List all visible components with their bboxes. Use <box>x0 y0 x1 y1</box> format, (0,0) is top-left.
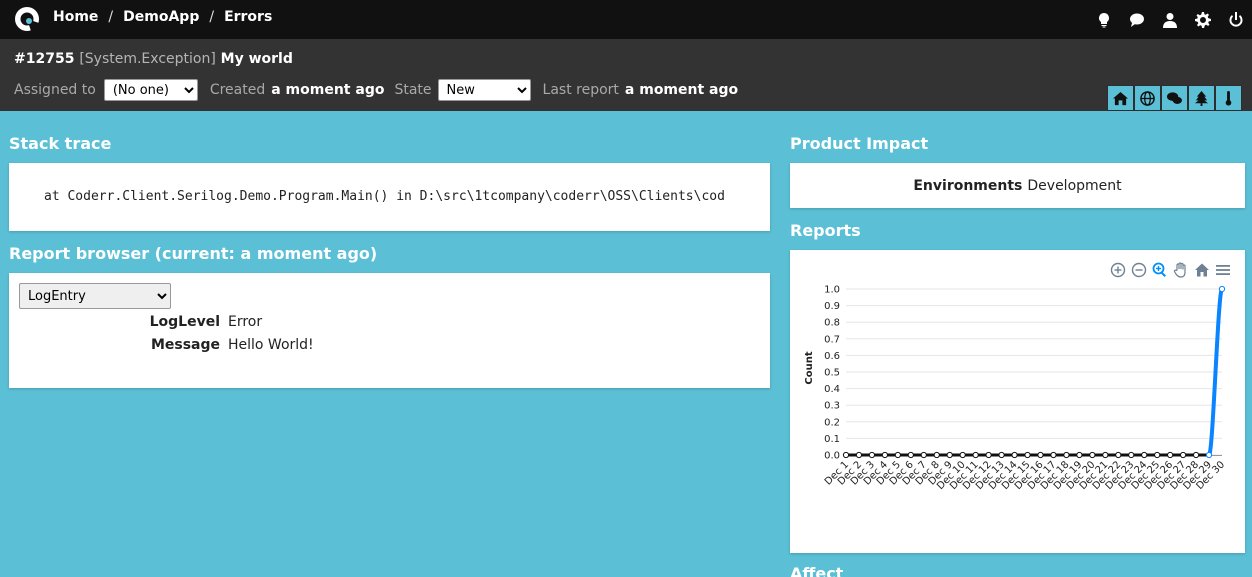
data-point <box>946 451 953 459</box>
data-point <box>1192 451 1200 459</box>
state-label: State <box>394 82 432 98</box>
tab-globe[interactable] <box>1134 85 1161 111</box>
data-point <box>868 451 876 459</box>
top-navbar: Home / DemoApp / Errors <box>0 0 1252 39</box>
coderr-logo-icon[interactable] <box>14 6 40 32</box>
data-point <box>985 451 992 459</box>
breadcrumb-demoapp[interactable]: DemoApp <box>123 9 199 25</box>
data-point <box>1115 451 1122 459</box>
last-report-label: Last report <box>542 82 619 98</box>
breadcrumb-separator: / <box>209 9 215 25</box>
breadcrumb-errors[interactable]: Errors <box>224 9 272 25</box>
created-label: Created <box>209 82 266 98</box>
data-point <box>907 451 914 459</box>
breadcrumb-home[interactable]: Home <box>53 9 98 25</box>
tab-home[interactable] <box>1107 85 1134 111</box>
report-browser-panel: LogEntry LogLevel Error Message Hello Wo… <box>9 273 770 388</box>
data-point <box>1011 451 1018 459</box>
tree-icon <box>1194 90 1209 106</box>
data-point <box>1037 451 1044 459</box>
user-icon[interactable] <box>1153 0 1186 39</box>
data-point <box>1141 451 1148 459</box>
y-tick-label: 0.9 <box>824 301 840 312</box>
data-point <box>1050 451 1057 459</box>
data-point <box>959 451 966 459</box>
created-value: a moment ago <box>271 82 385 98</box>
report-browser-title: Report browser (current: a moment ago) <box>9 244 378 263</box>
data-point <box>1076 451 1083 459</box>
data-point <box>1180 451 1187 459</box>
gear-icon[interactable] <box>1186 0 1219 39</box>
data-point <box>920 451 927 459</box>
field-key: LogLevel <box>149 314 220 330</box>
reports-line-chart: Count 0.00.10.20.30.40.50.60.70.80.91.0D… <box>804 285 1227 493</box>
y-tick-label: 0.8 <box>824 318 840 329</box>
data-point <box>855 451 863 459</box>
y-tick-label: 0.2 <box>824 417 840 428</box>
assigned-label: Assigned to <box>14 82 96 98</box>
stack-trace-panel: at Coderr.Client.Serilog.Demo.Program.Ma… <box>9 163 770 231</box>
data-point <box>998 451 1005 459</box>
environments-value: Development <box>1027 177 1122 194</box>
data-point <box>842 451 850 459</box>
data-point <box>933 451 940 459</box>
globe-icon <box>1140 90 1155 106</box>
incident-meta: Assigned to (No one) Created a moment ag… <box>14 79 748 101</box>
state-select[interactable]: New <box>437 79 531 101</box>
incident-id: #12755 <box>14 51 75 67</box>
tab-thermometer[interactable] <box>1215 85 1242 111</box>
data-point <box>1128 451 1135 459</box>
data-point <box>1102 451 1109 459</box>
data-point <box>1089 451 1096 459</box>
y-tick-label: 0.1 <box>824 434 840 445</box>
y-axis-label: Count <box>804 351 815 384</box>
incident-tabs <box>1107 85 1242 111</box>
report-context-select[interactable]: LogEntry <box>19 283 171 309</box>
y-tick-label: 0.0 <box>824 451 840 462</box>
data-point <box>894 451 901 459</box>
data-point <box>1205 451 1213 459</box>
environments-label: Environments <box>913 177 1023 194</box>
home-icon <box>1113 91 1128 105</box>
data-point <box>1063 451 1070 459</box>
y-tick-label: 0.4 <box>824 384 840 395</box>
affect-title: Affect <box>790 564 844 577</box>
field-value: Hello World! <box>228 337 314 353</box>
thermometer-icon <box>1225 90 1232 106</box>
y-tick-label: 0.7 <box>824 334 840 345</box>
y-tick-label: 0.6 <box>824 351 840 362</box>
y-tick-label: 0.3 <box>824 401 840 412</box>
top-icon-bar <box>1087 0 1252 39</box>
breadcrumb: Home / DemoApp / Errors <box>53 9 272 25</box>
field-value: Error <box>228 314 263 330</box>
assigned-select[interactable]: (No one) <box>103 79 198 101</box>
stack-trace-text: at Coderr.Client.Serilog.Demo.Program.Ma… <box>44 189 725 204</box>
data-point <box>1167 451 1174 459</box>
incident-exception-type: [System.Exception] <box>79 51 216 67</box>
y-tick-label: 0.5 <box>824 368 840 379</box>
product-impact-title: Product Impact <box>790 134 929 153</box>
reports-title: Reports <box>790 221 861 240</box>
data-point <box>972 451 979 459</box>
incident-header: #12755 [System.Exception] My world Assig… <box>0 39 1252 111</box>
data-point <box>1154 451 1161 459</box>
incident-name: My world <box>220 51 293 67</box>
data-point <box>881 451 888 459</box>
tab-comments[interactable] <box>1161 85 1188 111</box>
lightbulb-icon[interactable] <box>1087 0 1120 39</box>
power-icon[interactable] <box>1219 0 1252 39</box>
y-tick-label: 1.0 <box>824 285 840 296</box>
field-key: Message <box>150 337 220 353</box>
comments-icon <box>1167 91 1182 104</box>
reports-chart-panel: Count 0.0 0.1 0.2 0.3 0.4 0.5 0.6 0.7 0.8 0.9 1.0 D… <box>790 250 1245 553</box>
incident-title: #12755 [System.Exception] My world <box>14 51 293 67</box>
stack-trace-title: Stack trace <box>9 134 112 153</box>
data-point <box>1218 285 1226 293</box>
last-report-value: a moment ago <box>624 82 739 98</box>
breadcrumb-separator: / <box>108 9 114 25</box>
data-point <box>1024 451 1031 459</box>
chat-icon[interactable] <box>1120 0 1153 39</box>
product-impact-panel: Environments Development <box>790 163 1245 208</box>
tab-tree[interactable] <box>1188 85 1215 111</box>
